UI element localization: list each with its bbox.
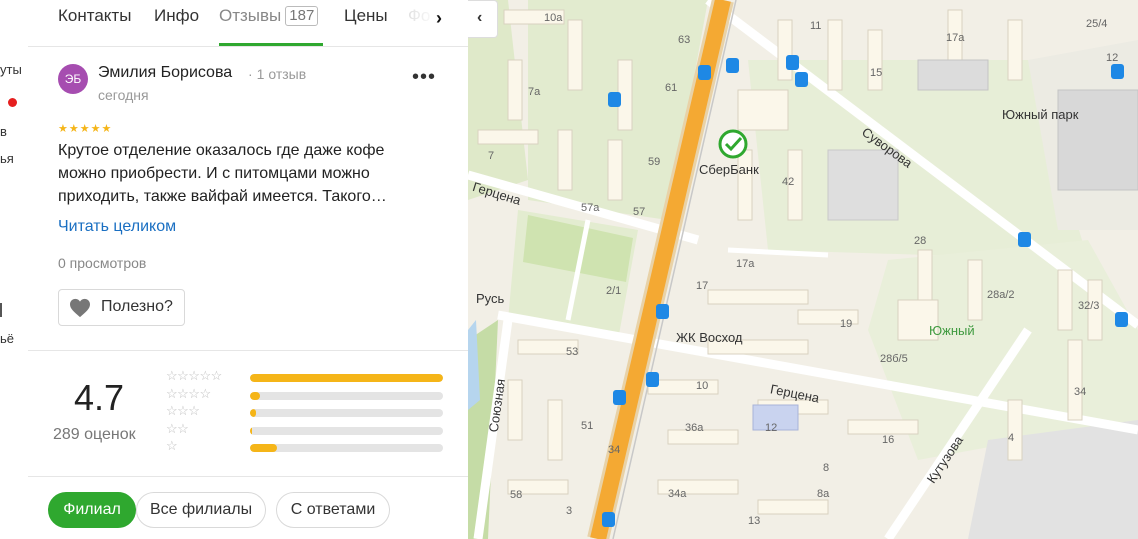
rating-row-stars: ☆☆☆ — [166, 403, 200, 418]
poi-label[interactable]: Русь — [476, 291, 504, 306]
tab-info[interactable]: Инфо — [154, 6, 199, 26]
house-number: 53 — [566, 346, 579, 358]
house-number: 51 — [581, 420, 594, 432]
tab-contacts[interactable]: Контакты — [58, 6, 131, 26]
rating-bar-fill — [250, 427, 252, 435]
review-text: Крутое отделение оказалось где даже кофе… — [58, 142, 387, 205]
review-date: сегодня — [98, 87, 149, 103]
organization-panel: Контакты Инфо Отзывы187 Цены Фо › ЭБ Эми… — [28, 0, 468, 539]
rating-bar-fill — [250, 374, 443, 382]
helpful-button[interactable]: Полезно? — [58, 289, 185, 326]
rating-bar-track — [250, 444, 443, 452]
rating-bar-fill — [250, 444, 278, 452]
filter-branch-chip[interactable]: Филиал — [48, 492, 136, 528]
helpful-label: Полезно? — [101, 298, 173, 315]
house-number: 57а — [581, 202, 600, 214]
house-number: 59 — [648, 156, 661, 168]
left-strip-text-3: ья — [0, 151, 14, 166]
chevron-right-icon[interactable]: › — [436, 8, 442, 29]
house-number: 15 — [870, 67, 883, 79]
tab-bar: Контакты Инфо Отзывы187 Цены Фо › — [28, 0, 468, 47]
active-tab-indicator — [219, 43, 323, 46]
house-number: 19 — [840, 318, 853, 330]
house-number: 61 — [665, 82, 678, 94]
house-number: 28б/5 — [880, 353, 908, 365]
house-number: 3 — [566, 505, 573, 517]
house-number: 28а/2 — [987, 289, 1015, 301]
house-number: 34а — [668, 488, 687, 500]
left-sidebar-strip: уты в ья ьё — [0, 0, 29, 539]
left-strip-text-2: в — [0, 124, 7, 139]
tab-prices[interactable]: Цены — [344, 6, 388, 26]
author-reviews-count: · 1 отзыв — [248, 66, 307, 82]
poi-label[interactable]: СберБанк — [699, 162, 759, 177]
rating-row-stars: ☆ — [166, 438, 178, 453]
tab-reviews[interactable]: Отзывы 187 — [219, 6, 319, 26]
review-stars: ★★★★★ — [58, 123, 113, 135]
tab-reviews-count: 187 — [285, 6, 319, 26]
divider — [28, 350, 468, 351]
house-number: 32/3 — [1078, 300, 1100, 312]
house-number: 4 — [1008, 432, 1015, 444]
filter-with-answers-chip[interactable]: С ответами — [276, 492, 390, 528]
house-number: 8а — [817, 488, 830, 500]
collapse-panel-button[interactable]: ‹ — [468, 0, 498, 38]
house-number: 28 — [914, 235, 927, 247]
rating-bar-fill — [250, 392, 260, 400]
house-number: 2/1 — [606, 285, 622, 297]
house-number: 58 — [510, 489, 523, 501]
notification-dot — [8, 98, 17, 107]
rating-bar-track — [250, 409, 443, 417]
house-number: 34 — [608, 444, 621, 456]
author-reviews-text: 1 отзыв — [256, 66, 307, 82]
heart-icon — [70, 298, 90, 318]
house-number: 10 — [696, 380, 709, 392]
house-number: 34 — [1074, 386, 1087, 398]
filter-all-branches-chip[interactable]: Все филиалы — [136, 492, 266, 528]
read-more-link[interactable]: Читать целиком — [58, 218, 176, 236]
house-number: 12 — [765, 422, 778, 434]
rating-count: 289 оценок — [53, 426, 136, 443]
tab-fade-overlay — [388, 0, 438, 40]
house-number: 11 — [810, 20, 822, 32]
house-number: 8 — [823, 462, 830, 474]
tab-reviews-label: Отзывы — [219, 6, 282, 25]
more-options-icon[interactable]: ••• — [412, 66, 436, 89]
rating-bar-track — [250, 427, 443, 435]
left-strip-text-1: уты — [0, 62, 22, 77]
review-views: 0 просмотров — [58, 255, 147, 271]
rating-bar-track — [250, 392, 443, 400]
house-number: 42 — [782, 176, 795, 188]
house-number: 17а — [946, 32, 965, 44]
district-label: Южный — [929, 323, 975, 338]
poi-label[interactable]: Южный парк — [1002, 107, 1078, 122]
rating-bar-fill — [250, 409, 256, 417]
house-number: 7 — [488, 150, 495, 162]
avatar[interactable]: ЭБ — [58, 64, 88, 94]
map-view[interactable]: 10а 63 11 17а 25/4 7а 61 15 12 7 59 42 5… — [468, 0, 1138, 539]
house-number: 10а — [544, 12, 563, 24]
house-number: 36а — [685, 422, 704, 434]
poi-label[interactable]: ЖК Восход — [676, 330, 742, 345]
house-number: 16 — [882, 434, 895, 446]
rating-row-stars: ☆☆ — [166, 421, 189, 436]
house-number: 17 — [696, 280, 709, 292]
map-canvas — [468, 0, 1138, 539]
left-strip-bar — [0, 303, 2, 317]
house-number: 25/4 — [1086, 18, 1108, 30]
divider — [28, 476, 468, 477]
rating-row-stars: ☆☆☆☆☆ — [166, 368, 222, 383]
rating-value: 4.7 — [74, 377, 125, 418]
left-strip-text-4: ьё — [0, 331, 15, 346]
rating-bar-track — [250, 374, 443, 382]
house-number: 12 — [1106, 52, 1119, 64]
house-number: 63 — [678, 34, 691, 46]
review-author[interactable]: Эмилия Борисова — [98, 64, 232, 82]
house-number: 7а — [528, 86, 541, 98]
chevron-left-icon: ‹ — [477, 9, 483, 26]
house-number: 13 — [748, 515, 761, 527]
house-number: 17а — [736, 258, 755, 270]
rating-row-stars: ☆☆☆☆ — [166, 386, 211, 401]
house-number: 57 — [633, 206, 646, 218]
